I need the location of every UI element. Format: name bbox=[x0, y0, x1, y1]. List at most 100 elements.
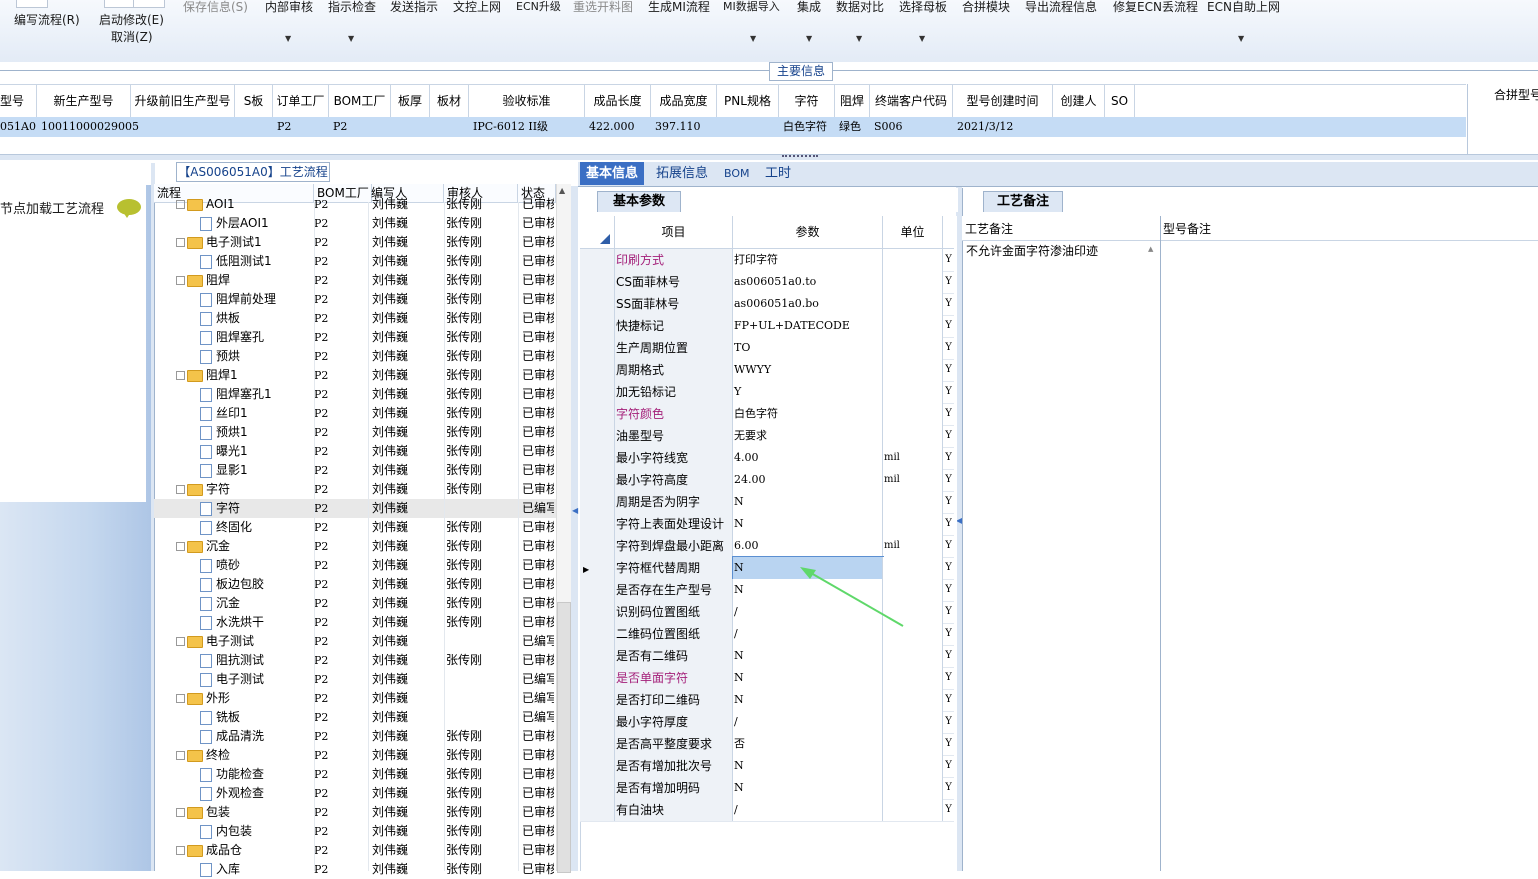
start-modify-button[interactable]: 启动修改(E) bbox=[99, 13, 164, 27]
export-flow-info-button[interactable]: 导出流程信息 bbox=[1025, 0, 1097, 14]
param-value[interactable]: N bbox=[733, 513, 883, 535]
main-col-header[interactable]: 终端客户代码 bbox=[870, 85, 953, 117]
param-row[interactable]: CS面菲林号 as006051a0.to Y bbox=[580, 271, 954, 294]
param-value[interactable]: N bbox=[733, 689, 883, 711]
mi-data-import-button[interactable]: MI数据导入 ▼ bbox=[723, 0, 780, 43]
instruction-check-button[interactable]: 指示检查 ▼ bbox=[328, 0, 376, 43]
param-value[interactable]: 6.00 bbox=[733, 535, 883, 557]
collapse-icon[interactable]: − bbox=[176, 694, 185, 703]
tree-row[interactable]: 成品清洗 P2 刘伟巍 张传刚 已审核 bbox=[154, 727, 556, 746]
main-col-header[interactable]: 型号 bbox=[0, 85, 37, 117]
tree-row[interactable]: 烘板 P2 刘伟巍 张传刚 已审核 bbox=[154, 309, 556, 328]
main-cell[interactable] bbox=[239, 117, 273, 137]
tree-row[interactable]: 显影1 P2 刘伟巍 张传刚 已审核 bbox=[154, 461, 556, 480]
row-indicator[interactable] bbox=[580, 689, 615, 711]
tree-row[interactable]: 阻焊塞孔1 P2 刘伟巍 张传刚 已审核 bbox=[154, 385, 556, 404]
param-row[interactable]: 是否高平整度要求否 Y bbox=[580, 733, 954, 756]
row-indicator[interactable] bbox=[580, 381, 615, 403]
param-value[interactable]: N bbox=[733, 777, 883, 799]
main-cell[interactable]: 422.000 bbox=[589, 117, 651, 137]
main-info-row[interactable]: 051A0 10011000029005 P2 P2 IPC-6012 II级 422.0… bbox=[0, 117, 1466, 137]
param-row[interactable]: 是否单面字符 N Y bbox=[580, 667, 954, 690]
param-value[interactable]: 白色字符 bbox=[733, 403, 883, 425]
collapse-icon[interactable]: − bbox=[176, 637, 185, 646]
tree-row[interactable]: 板边包胶 P2 刘伟巍 张传刚 已审核 bbox=[154, 575, 556, 594]
row-indicator[interactable] bbox=[580, 667, 615, 689]
tree-node[interactable]: 水洗烘干 bbox=[200, 613, 312, 632]
subtab-process-notes[interactable]: 工艺备注 bbox=[983, 191, 1063, 212]
tree-node[interactable]: 预烘 bbox=[200, 347, 312, 366]
tree-node[interactable]: 功能检查 bbox=[200, 765, 312, 784]
tree-node[interactable]: 曝光1 bbox=[200, 442, 312, 461]
row-indicator[interactable] bbox=[580, 777, 615, 799]
param-row[interactable]: 快捷标记 FP+UL+DATECODE Y bbox=[580, 315, 954, 338]
param-row[interactable]: 油墨型号 无要求 Y bbox=[580, 425, 954, 448]
param-row[interactable]: 字符颜色 白色字符 Y bbox=[580, 403, 954, 426]
param-row[interactable]: 有白油块 / Y bbox=[580, 799, 954, 822]
param-row[interactable]: 最小字符线宽 4.00 mil Y bbox=[580, 447, 954, 470]
param-row[interactable]: 是否有增加明码 N Y bbox=[580, 777, 954, 800]
tab-basic-info[interactable]: 基本信息 bbox=[580, 162, 645, 185]
row-indicator[interactable] bbox=[580, 447, 615, 469]
tree-node[interactable]: − 字符 bbox=[176, 480, 312, 499]
param-value[interactable]: Y bbox=[733, 381, 883, 403]
param-row[interactable]: 生产周期位置 TO Y bbox=[580, 337, 954, 360]
send-instruction-button[interactable]: 发送指示 bbox=[390, 0, 438, 14]
tree-node[interactable]: 铣板 bbox=[200, 708, 312, 727]
tree-node[interactable]: − 阻焊1 bbox=[176, 366, 312, 385]
param-row[interactable]: 是否有二维码 N Y bbox=[580, 645, 954, 668]
tree-row[interactable]: 阻抗测试 P2 刘伟巍 张传刚 已审核 bbox=[154, 651, 556, 670]
main-col-header[interactable]: 新生产型号 bbox=[37, 85, 131, 117]
generate-mi-flow-button[interactable]: 生成MI流程 bbox=[648, 0, 710, 14]
param-value[interactable]: 打印字符 bbox=[733, 249, 883, 271]
main-col-header[interactable]: 成品宽度 bbox=[651, 85, 717, 117]
main-cell[interactable] bbox=[434, 117, 469, 137]
main-cell[interactable] bbox=[1057, 117, 1105, 137]
main-cell[interactable]: IPC-6012 II级 bbox=[473, 117, 585, 137]
param-row[interactable]: 是否有增加批次号 N Y bbox=[580, 755, 954, 778]
param-value[interactable]: TO bbox=[733, 337, 883, 359]
main-cell[interactable]: 2021/3/12 bbox=[957, 117, 1053, 137]
tree-row[interactable]: − 沉金 P2 刘伟巍 张传刚 已审核 bbox=[154, 537, 556, 556]
tree-row[interactable]: 预烘 P2 刘伟巍 张传刚 已审核 bbox=[154, 347, 556, 366]
param-value[interactable]: WWYY bbox=[733, 359, 883, 381]
select-master-board-button[interactable]: 选择母板 ▼ bbox=[899, 0, 947, 43]
tree-row[interactable]: 终固化 P2 刘伟巍 张传刚 已审核 bbox=[154, 518, 556, 537]
collapse-icon[interactable]: − bbox=[176, 200, 185, 209]
param-row[interactable]: 周期格式 WWYY Y bbox=[580, 359, 954, 382]
param-row[interactable]: 最小字符高度 24.00 mil Y bbox=[580, 469, 954, 492]
load-process-flow-item[interactable]: 节点加载工艺流程 bbox=[0, 198, 104, 217]
tree-row[interactable]: − 电子测试 P2 刘伟巍 已编写 bbox=[154, 632, 556, 651]
param-row[interactable]: 字符上表面处理设计 N Y bbox=[580, 513, 954, 536]
row-indicator[interactable] bbox=[580, 601, 615, 623]
main-col-header[interactable]: 板材 bbox=[430, 85, 469, 117]
row-indicator[interactable] bbox=[580, 645, 615, 667]
param-value[interactable]: FP+UL+DATECODE bbox=[733, 315, 883, 337]
tree-node[interactable]: 板边包胶 bbox=[200, 575, 312, 594]
tree-node[interactable]: 终固化 bbox=[200, 518, 312, 537]
tree-row[interactable]: − 成品仓 P2 刘伟巍 张传刚 已审核 bbox=[154, 841, 556, 860]
main-cell[interactable]: 绿色 bbox=[839, 117, 870, 137]
param-row[interactable]: 最小字符厚度 / Y bbox=[580, 711, 954, 734]
param-value[interactable]: 否 bbox=[733, 733, 883, 755]
collapse-icon[interactable]: − bbox=[176, 276, 185, 285]
collapse-icon[interactable]: − bbox=[176, 485, 185, 494]
collapse-left-icon[interactable]: ◀ bbox=[572, 506, 578, 515]
tree-node[interactable]: − AOI1 bbox=[176, 195, 312, 214]
main-cell[interactable]: 白色字符 bbox=[783, 117, 835, 137]
tree-node[interactable]: 烘板 bbox=[200, 309, 312, 328]
row-indicator[interactable] bbox=[580, 271, 615, 293]
tree-node[interactable]: − 电子测试 bbox=[176, 632, 312, 651]
param-row[interactable]: 周期是否为阴字 N Y bbox=[580, 491, 954, 514]
cancel-button[interactable]: 取消(Z) bbox=[111, 30, 153, 44]
main-cell[interactable]: 051A0 bbox=[0, 117, 36, 137]
row-indicator[interactable] bbox=[580, 315, 615, 337]
tree-node[interactable]: − 电子测试1 bbox=[176, 233, 312, 252]
tree-row[interactable]: 丝印1 P2 刘伟巍 张传刚 已审核 bbox=[154, 404, 556, 423]
param-row[interactable]: 是否打印二维码 N Y bbox=[580, 689, 954, 712]
integrate-button[interactable]: 集成 ▼ bbox=[797, 0, 821, 43]
tree-node[interactable]: 外层AOI1 bbox=[200, 214, 312, 233]
tree-node[interactable]: 阻焊前处理 bbox=[200, 290, 312, 309]
main-col-header[interactable]: 板厚 bbox=[391, 85, 430, 117]
row-indicator[interactable] bbox=[580, 755, 615, 777]
